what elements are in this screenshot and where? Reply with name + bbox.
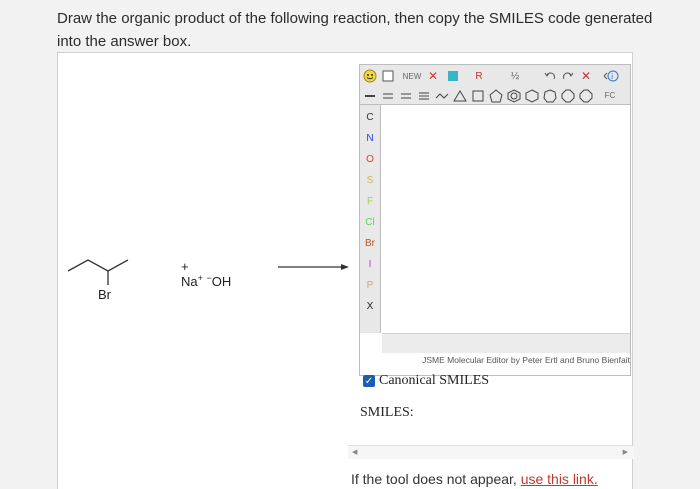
atom-c-button[interactable]: C	[360, 107, 380, 127]
benzene-icon[interactable]	[506, 87, 522, 104]
ring7-icon[interactable]	[542, 87, 558, 104]
jsme-atom-palette: C N O S F Cl Br I P X	[360, 105, 381, 333]
jsme-editor[interactable]: NEW ✕ R ½ ✕ i FC C N O S F Cl Br I P X J…	[359, 64, 631, 376]
jsme-toolbar: NEW ✕ R ½ ✕ i FC	[360, 65, 630, 105]
bromo-label: Br	[98, 287, 111, 302]
redo-icon[interactable]	[560, 67, 576, 85]
ring-extra-icon[interactable]	[578, 87, 594, 104]
ring3-icon[interactable]	[452, 87, 468, 104]
svg-text:i: i	[611, 72, 613, 81]
info-icon[interactable]: i	[600, 67, 622, 85]
scroll-left-icon[interactable]: ◀	[352, 446, 357, 460]
atom-x-button[interactable]: X	[360, 296, 380, 316]
ring5-icon[interactable]	[488, 87, 504, 104]
ring8-icon[interactable]	[560, 87, 576, 104]
help-text: If the tool does not appear, use this li…	[351, 471, 598, 487]
question-text: Draw the organic product of the followin…	[57, 10, 653, 50]
single-bond-icon[interactable]	[362, 87, 378, 104]
double-bond-icon[interactable]	[380, 87, 396, 104]
atom-o-button[interactable]: O	[360, 149, 380, 169]
chain-icon[interactable]	[434, 87, 450, 104]
atom-i-button[interactable]: I	[360, 254, 380, 274]
answer-box: Br + Na+ −OH NEW ✕ R ½ ✕ i FC C N O S F …	[57, 52, 634, 489]
scroll-right-icon[interactable]: ▶	[623, 446, 628, 460]
atom-p-button[interactable]: P	[360, 275, 380, 295]
jsme-drawing-canvas[interactable]	[382, 106, 630, 332]
atom-f-button[interactable]: F	[360, 191, 380, 211]
ring4-icon[interactable]	[470, 87, 486, 104]
smiles-label: SMILES:	[360, 405, 414, 420]
delete-icon[interactable]: ✕	[426, 67, 440, 85]
undo-icon[interactable]	[542, 67, 558, 85]
select-square-icon[interactable]	[380, 67, 396, 85]
jsme-status-bar	[382, 333, 630, 353]
canonical-smiles-label: Canonical SMILES	[379, 373, 490, 388]
color-icon[interactable]	[446, 67, 460, 85]
fc-button[interactable]: FC	[598, 87, 622, 104]
atom-s-button[interactable]: S	[360, 170, 380, 190]
reagent-label: + Na+ −OH	[181, 259, 232, 289]
ring6-icon[interactable]	[524, 87, 540, 104]
checkbox-checked-icon[interactable]: ✓	[363, 375, 375, 387]
smiley-icon[interactable]	[362, 67, 378, 85]
clear-icon[interactable]: ✕	[578, 67, 594, 85]
atom-n-button[interactable]: N	[360, 128, 380, 148]
double-bond-alt-icon[interactable]	[398, 87, 414, 104]
atom-br-button[interactable]: Br	[360, 233, 380, 253]
horizontal-scrollbar[interactable]: ◀ ▶	[348, 445, 634, 459]
triple-bond-icon[interactable]	[416, 87, 432, 104]
use-this-link[interactable]: use this link.	[521, 471, 598, 487]
atom-cl-button[interactable]: Cl	[360, 212, 380, 232]
jsme-credit: JSME Molecular Editor by Peter Ertl and …	[422, 355, 630, 365]
new-button[interactable]: NEW	[400, 67, 424, 85]
charge-button[interactable]: ½	[506, 67, 524, 85]
rgroup-button[interactable]: R	[468, 67, 490, 85]
canonical-smiles-toggle[interactable]: ✓ Canonical SMILES	[363, 373, 489, 389]
